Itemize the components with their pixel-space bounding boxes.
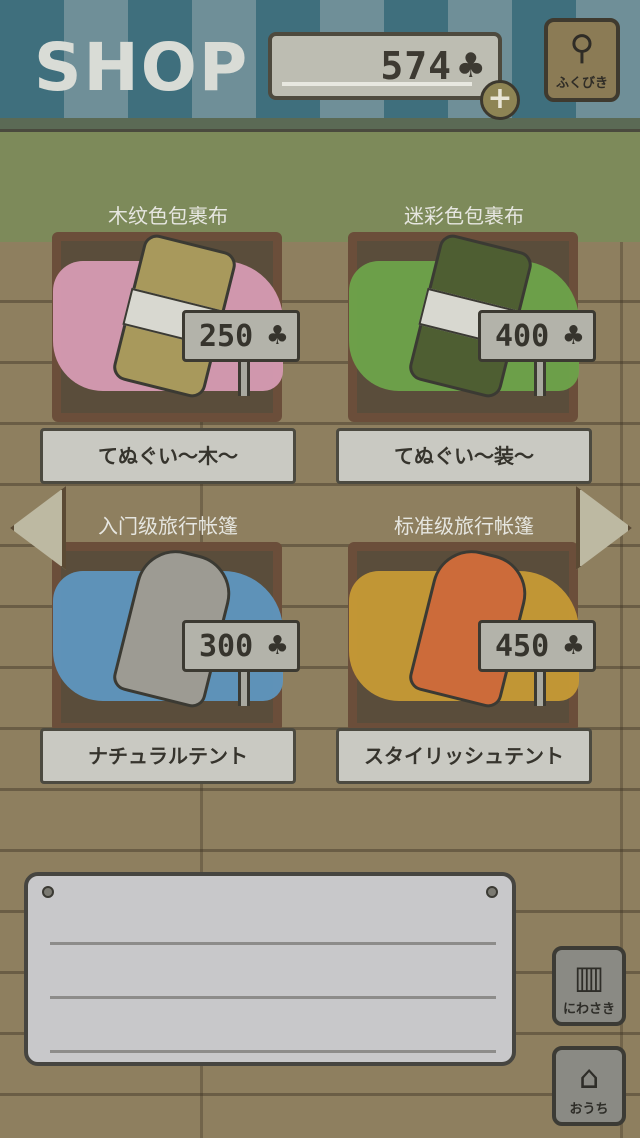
add-clover-button[interactable]: + — [480, 80, 520, 120]
shop-item-4[interactable]: 标准级旅行帐篷 450 ♣ スタイリッシュテント — [336, 510, 596, 810]
lottery-label: ふくびき — [555, 76, 608, 91]
clover-icon: ♣ — [561, 631, 585, 661]
tag-pin — [238, 362, 250, 396]
clover-icon: ♣ — [561, 321, 585, 351]
clover-icon: ♣ — [265, 631, 289, 661]
page-title: SHOP — [34, 29, 250, 106]
house-icon: ⌂ — [578, 1058, 600, 1096]
item-title: 迷彩色包裹布 — [404, 204, 524, 228]
item-name: てぬぐい～木～ — [40, 428, 296, 484]
nail-icon — [42, 886, 54, 898]
shop-item-1[interactable]: 木纹色包裹布 250 ♣ てぬぐい～木～ — [40, 200, 300, 500]
price-tag: 300 ♣ — [182, 620, 300, 672]
tag-pin — [238, 672, 250, 706]
price-tag: 450 ♣ — [478, 620, 596, 672]
price: 450 — [495, 629, 550, 664]
item-name: ナチュラルテント — [40, 728, 296, 784]
clover-icon: ♣ — [265, 321, 289, 351]
lottery-button[interactable]: ⚲ ふくびき — [544, 18, 620, 102]
home-button[interactable]: ⌂ おうち — [552, 1046, 626, 1126]
description-board — [24, 872, 516, 1066]
bell-icon: ⚲ — [569, 28, 595, 68]
price-tag: 400 ♣ — [478, 310, 596, 362]
awning-edge — [0, 118, 640, 132]
item-title: 入门级旅行帐篷 — [98, 514, 238, 538]
item-name: てぬぐい～装～ — [336, 428, 592, 484]
garden-button[interactable]: ▥ にわさき — [552, 946, 626, 1026]
price: 300 — [199, 629, 254, 664]
item-title: 标准级旅行帐篷 — [394, 514, 534, 538]
counter-bar — [282, 82, 472, 86]
price: 400 — [495, 319, 550, 354]
garden-label: にわさき — [562, 1002, 615, 1017]
price-tag: 250 ♣ — [182, 310, 300, 362]
clover-counter: 574 ♣ — [268, 32, 502, 100]
shop-item-2[interactable]: 迷彩色包裹布 400 ♣ てぬぐい～装～ — [336, 200, 596, 500]
nail-icon — [486, 886, 498, 898]
clover-icon: ♣ — [455, 46, 486, 86]
home-label: おうち — [569, 1102, 609, 1117]
item-title: 木纹色包裹布 — [108, 204, 228, 228]
tag-pin — [534, 672, 546, 706]
shop-item-3[interactable]: 入门级旅行帐篷 300 ♣ ナチュラルテント — [40, 510, 300, 810]
board-line — [50, 996, 496, 999]
board-line — [50, 942, 496, 945]
tag-pin — [534, 362, 546, 396]
price: 250 — [199, 319, 254, 354]
board-line — [50, 1050, 496, 1053]
item-name: スタイリッシュテント — [336, 728, 592, 784]
mailbox-icon: ▥ — [573, 958, 605, 996]
